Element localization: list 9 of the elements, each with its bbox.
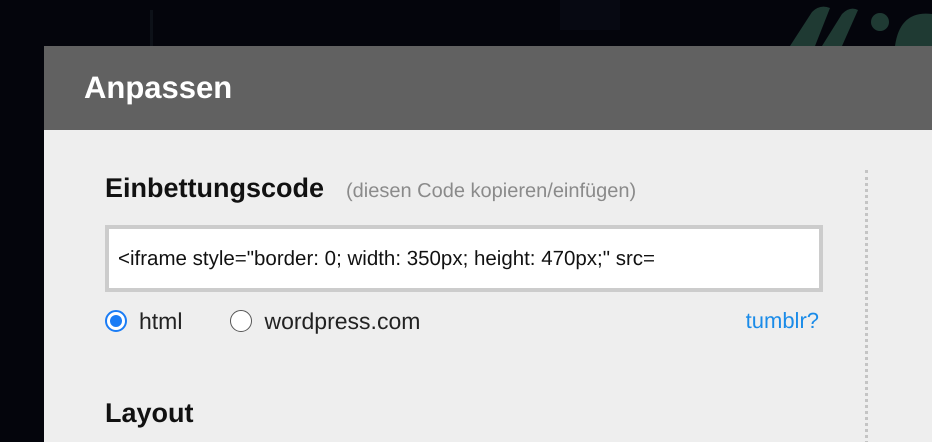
format-option[interactable]: wordpress.com: [230, 308, 420, 334]
radio-button[interactable]: [230, 310, 252, 332]
radio-button[interactable]: [105, 310, 127, 332]
dialog-title: Anpassen: [84, 70, 232, 106]
format-option[interactable]: html: [105, 308, 182, 334]
section-heading: Einbettungscode: [105, 173, 324, 204]
section-heading: Layout: [105, 398, 195, 429]
embed-code-field[interactable]: <iframe style="border: 0; width: 350px; height: 470px;" src=: [105, 225, 823, 292]
section-hint: (diesen Code kopieren/einfügen): [346, 180, 636, 203]
